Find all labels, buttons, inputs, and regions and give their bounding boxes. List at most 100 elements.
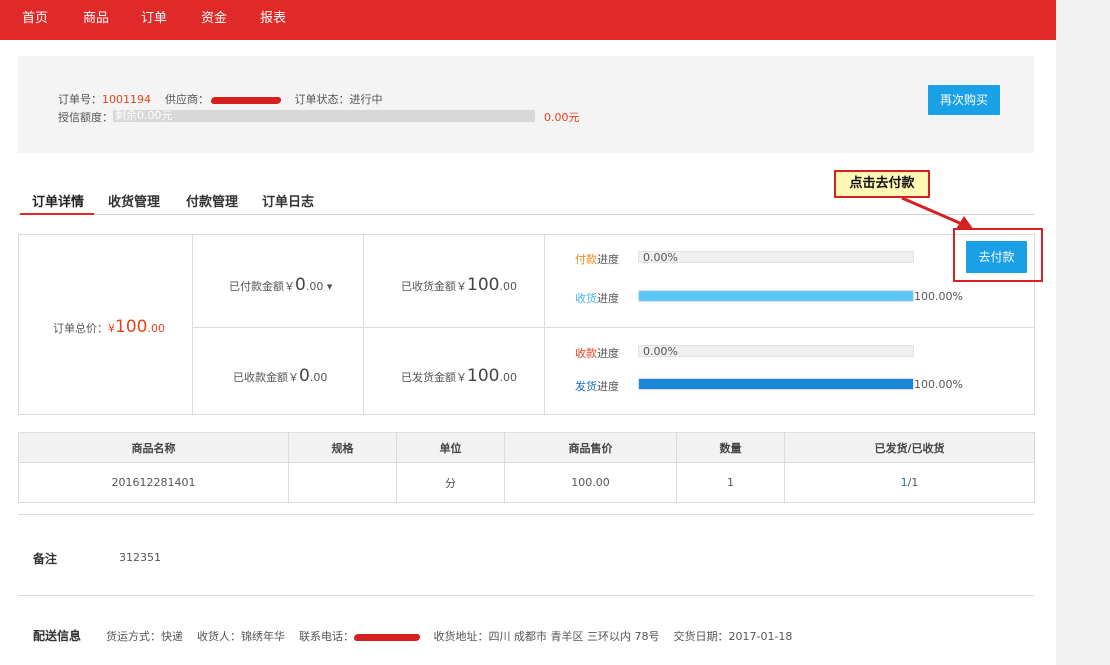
column-header-quantity: 数量 [676, 432, 785, 463]
cell-price: 100.00 [504, 462, 677, 503]
collection-progress-label: 收款进度 [575, 345, 619, 361]
progress-label-b: 进度 [597, 380, 619, 393]
receipt-progress-fill [639, 291, 913, 301]
table-row: 201612281401 分 100.00 1 1/1 [18, 462, 1035, 503]
nav-item-home[interactable]: 首页 [22, 0, 48, 40]
receipt-progress-value: 100.00% [914, 290, 963, 303]
shipment-progress-label: 发货进度 [575, 378, 619, 394]
shipped-amount: 已发货金额￥100.00 [401, 366, 517, 386]
order-total-dec: .00 [147, 322, 165, 335]
order-total-label: 订单总价： [53, 322, 108, 335]
paid-dec: .00 [305, 280, 324, 293]
paid-amount[interactable]: 已付款金额￥0.00 ▾ [229, 275, 332, 295]
delivery-title: 配送信息 [33, 629, 82, 643]
callout-box: 点击去付款 [834, 170, 930, 198]
active-tab-underline [20, 213, 94, 215]
go-pay-button[interactable]: 去付款 [966, 241, 1027, 273]
order-total: 订单总价：¥100.00 [53, 317, 165, 337]
credit-bar-text: 剩余0.00元 [115, 109, 173, 122]
delivery-phone-label: 联系电话： [299, 630, 354, 643]
shipped-label: 已发货金额￥ [401, 371, 467, 384]
tab-order-details[interactable]: 订单详情 [32, 191, 84, 210]
supplier-label: 供应商： [165, 93, 209, 106]
tab-payment-management[interactable]: 付款管理 [186, 191, 238, 210]
collection-progress-bar [638, 345, 914, 357]
progress-label-b: 进度 [597, 347, 619, 360]
cell-shipped-received: 1/1 [784, 462, 1035, 503]
collected-dec: .00 [309, 371, 328, 384]
column-header-product-name: 商品名称 [18, 432, 289, 463]
order-summary-panel: 订单号：1001194 供应商： 订单状态：进行中 授信额度： 剩余0.00元 … [18, 56, 1034, 153]
chevron-down-icon[interactable]: ▾ [327, 280, 333, 293]
shipped-int: 100 [467, 366, 500, 386]
paid-label: 已付款金额￥ [229, 280, 295, 293]
nav-item-orders[interactable]: 订单 [141, 0, 167, 40]
credit-label: 授信额度： [58, 111, 113, 124]
collected-label: 已收款金额￥ [233, 371, 299, 384]
phone-redaction [353, 633, 421, 641]
payment-progress-value: 0.00% [643, 251, 678, 264]
nav-item-funds[interactable]: 资金 [201, 0, 227, 40]
delivery-address: 收货地址：四川 成都市 青羊区 三环以内 78号 [433, 630, 660, 643]
delivery-date: 交货日期：2017-01-18 [673, 630, 793, 643]
delivery-method: 货运方式：快递 [106, 630, 183, 643]
credit-value: 0.00元 [544, 111, 580, 124]
progress-label-a: 收款 [575, 347, 597, 360]
paid-int: 0 [295, 275, 306, 295]
column-header-spec: 规格 [288, 432, 397, 463]
nav-item-reports[interactable]: 报表 [260, 0, 286, 40]
shipped-count-link[interactable]: 1 [901, 476, 908, 489]
delivery-details: 货运方式：快递 收货人：锦绣年华 联系电话： 收货地址：四川 成都市 青羊区 三… [106, 628, 792, 644]
progress-label-b: 进度 [597, 253, 619, 266]
collection-progress-value: 0.00% [643, 345, 678, 358]
receipt-progress-label: 收货进度 [575, 290, 619, 306]
rebuy-button[interactable]: 再次购买 [928, 85, 1000, 115]
cell-spec [288, 462, 397, 503]
right-gutter [1056, 0, 1110, 665]
cell-unit: 分 [396, 462, 505, 503]
cell-product-name: 201612281401 [18, 462, 289, 503]
delivery-receiver: 收货人：锦绣年华 [197, 630, 285, 643]
collected-amount: 已收款金额￥0.00 [233, 366, 327, 386]
section-divider [18, 514, 1034, 515]
order-total-int: 100 [115, 317, 148, 337]
progress-label-a: 发货 [575, 380, 597, 393]
payment-progress-label: 付款进度 [575, 251, 619, 267]
order-summary-line: 订单号：1001194 供应商： 订单状态：进行中 [58, 91, 383, 107]
status-label: 订单状态： [294, 93, 350, 106]
shipment-progress-bar [638, 378, 914, 390]
supplier-redaction [210, 96, 282, 104]
tab-receipt-management[interactable]: 收货管理 [108, 191, 160, 210]
tab-bar-divider [18, 214, 1034, 215]
cell-quantity: 1 [676, 462, 785, 503]
tab-order-log[interactable]: 订单日志 [262, 191, 314, 210]
top-nav-bar: 首页 商品 订单 资金 报表 [0, 0, 1056, 40]
order-no-label: 订单号： [58, 93, 102, 106]
shipped-dec: .00 [499, 371, 517, 384]
order-no: 1001194 [102, 93, 151, 106]
received-goods-label: 已收货金额￥ [401, 280, 467, 293]
nav-item-products[interactable]: 商品 [83, 0, 109, 40]
remark-text: 312351 [119, 551, 161, 564]
section-divider [18, 595, 1034, 596]
shipment-progress-value: 100.00% [914, 378, 963, 391]
received-goods-int: 100 [467, 275, 500, 295]
collected-int: 0 [299, 366, 310, 386]
table-header-row: 商品名称 规格 单位 商品售价 数量 已发货/已收货 [18, 432, 1035, 463]
order-info-grid: 订单总价：¥100.00 已付款金额￥0.00 ▾ 已收货金额￥100.00 已… [18, 234, 1035, 415]
remark-title: 备注 [33, 552, 58, 566]
received-goods-dec: .00 [499, 280, 517, 293]
progress-label-a: 收货 [575, 292, 597, 305]
receipt-progress-bar [638, 290, 914, 302]
shipment-progress-fill [639, 379, 913, 389]
received-goods-amount: 已收货金额￥100.00 [401, 275, 517, 295]
received-count: /1 [907, 476, 919, 489]
column-header-price: 商品售价 [504, 432, 677, 463]
order-status: 进行中 [349, 93, 383, 106]
progress-label-a: 付款 [575, 253, 597, 266]
payment-progress-bar [638, 251, 914, 263]
credit-bar: 剩余0.00元 [113, 110, 535, 122]
column-header-shipped-received: 已发货/已收货 [784, 432, 1035, 463]
order-total-currency: ¥ [108, 322, 115, 335]
column-header-unit: 单位 [396, 432, 505, 463]
